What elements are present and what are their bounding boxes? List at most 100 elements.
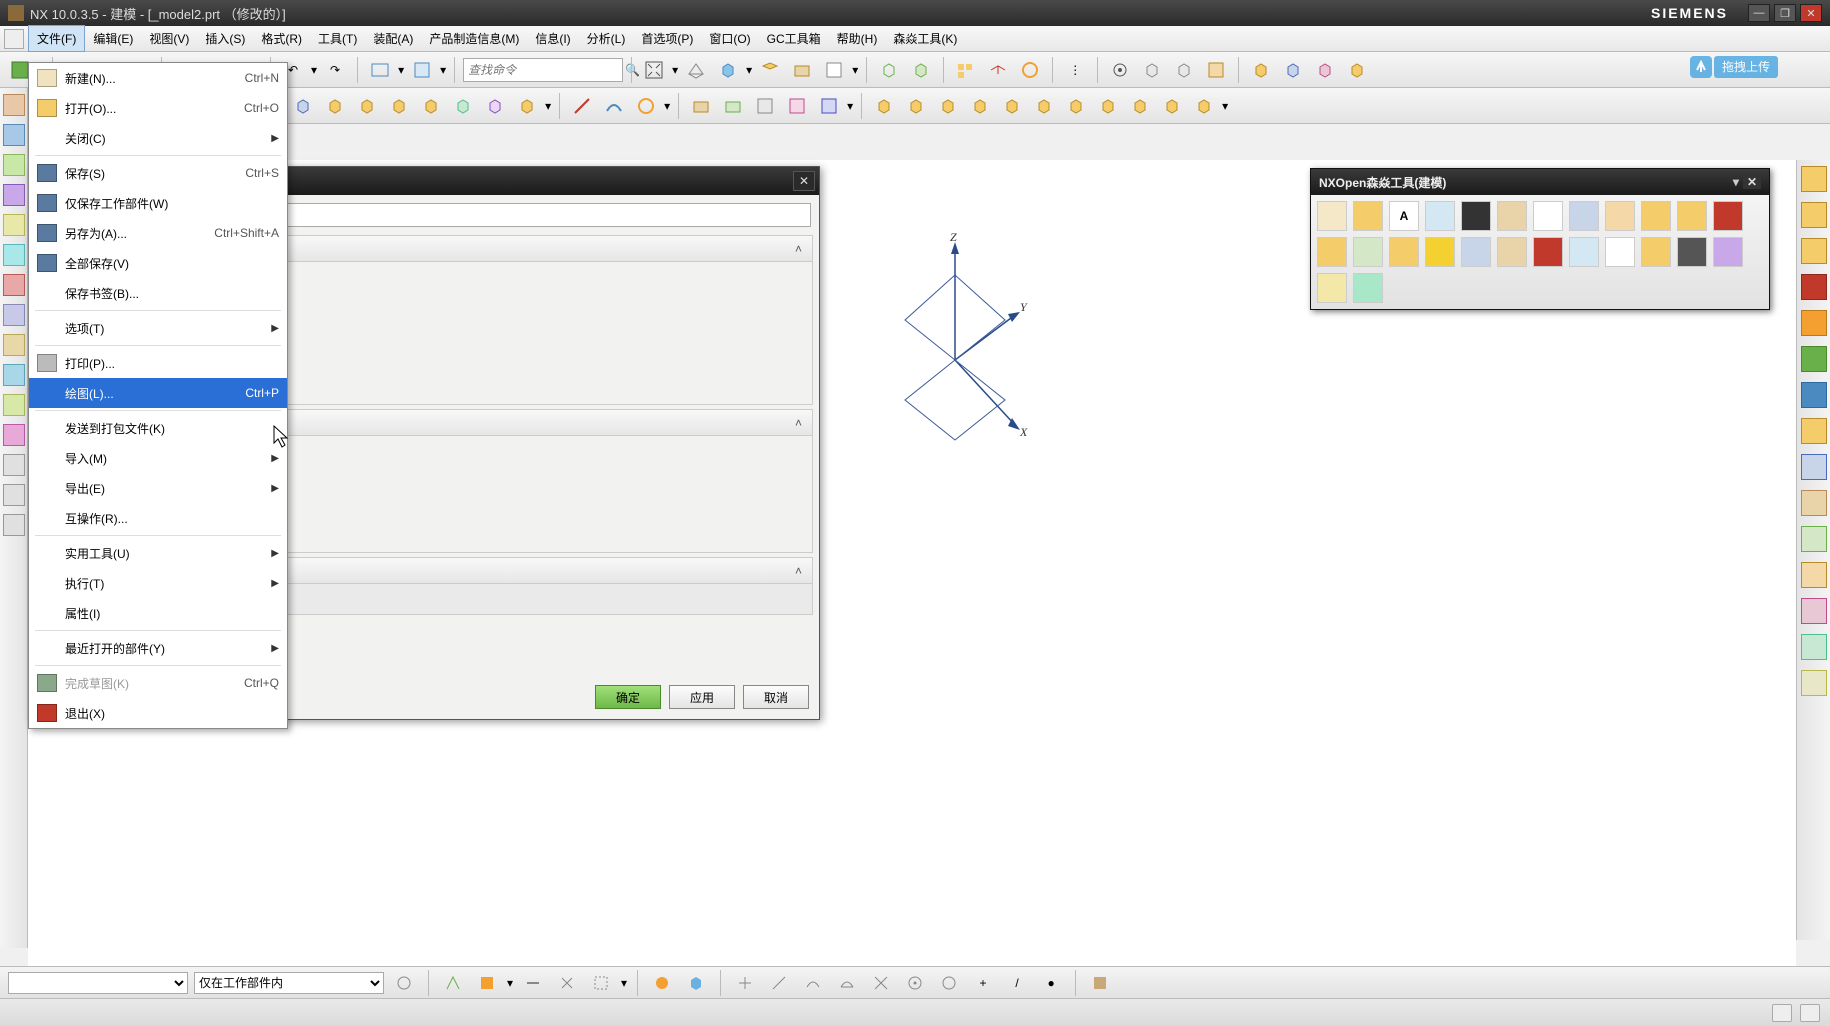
tool-b3[interactable]: [1311, 56, 1339, 84]
file-menu-item[interactable]: 保存(S)Ctrl+S: [29, 158, 287, 188]
fbtn[interactable]: [1389, 237, 1419, 267]
menu-format[interactable]: 格式(R): [253, 26, 310, 51]
bt8[interactable]: [682, 969, 710, 997]
fbtn[interactable]: A: [1389, 201, 1419, 231]
vbtn-15[interactable]: [3, 514, 25, 536]
tool-s3[interactable]: [1016, 56, 1044, 84]
vbtn-14[interactable]: [3, 484, 25, 506]
menu-prefs[interactable]: 首选项(P): [633, 26, 701, 51]
menu-file[interactable]: 文件(F): [28, 25, 85, 52]
file-menu-item[interactable]: 实用工具(U)▶: [29, 538, 287, 568]
fbtn[interactable]: [1533, 201, 1563, 231]
menu-view[interactable]: 视图(V): [141, 26, 197, 51]
file-menu-item[interactable]: 导出(E)▶: [29, 473, 287, 503]
file-menu-item[interactable]: 打印(P)...: [29, 348, 287, 378]
nxopen-floater[interactable]: NXOpen森焱工具(建模) ▾ ✕ A: [1310, 168, 1770, 310]
file-menu-item[interactable]: 属性(I): [29, 598, 287, 628]
rv10[interactable]: [1801, 490, 1827, 516]
vbtn-1[interactable]: [3, 94, 25, 116]
bt3[interactable]: [473, 969, 501, 997]
menu-insert[interactable]: 插入(S): [197, 26, 253, 51]
tool-layer1[interactable]: [788, 56, 816, 84]
fbtn[interactable]: [1713, 201, 1743, 231]
t2-circle[interactable]: [632, 92, 660, 120]
t2-e7[interactable]: [1062, 92, 1090, 120]
fbtn[interactable]: [1317, 201, 1347, 231]
fbtn[interactable]: [1677, 201, 1707, 231]
tool-redo[interactable]: ↷: [321, 56, 349, 84]
fbtn[interactable]: [1641, 201, 1671, 231]
file-menu-item[interactable]: 另存为(A)...Ctrl+Shift+A: [29, 218, 287, 248]
fbtn[interactable]: [1317, 273, 1347, 303]
snap-slash[interactable]: /: [1003, 969, 1031, 997]
t2-e4[interactable]: [966, 92, 994, 120]
t2-c3[interactable]: [353, 92, 381, 120]
rv2[interactable]: [1801, 202, 1827, 228]
fbtn[interactable]: [1461, 201, 1491, 231]
t2-line[interactable]: [568, 92, 596, 120]
fbtn[interactable]: [1317, 237, 1347, 267]
minimize-button[interactable]: —: [1748, 4, 1770, 22]
tool-b1[interactable]: [1247, 56, 1275, 84]
menu-edit[interactable]: 编辑(E): [85, 26, 141, 51]
menu-tools[interactable]: 工具(T): [310, 26, 365, 51]
rv11[interactable]: [1801, 526, 1827, 552]
t2-d2[interactable]: [719, 92, 747, 120]
fbtn[interactable]: [1461, 237, 1491, 267]
t2-c8[interactable]: [513, 92, 541, 120]
snap-intersect[interactable]: [867, 969, 895, 997]
fbtn[interactable]: [1641, 237, 1671, 267]
menu-help[interactable]: 帮助(H): [829, 26, 886, 51]
snap-dot[interactable]: ●: [1037, 969, 1065, 997]
tool-b4[interactable]: [1343, 56, 1371, 84]
bt2[interactable]: [439, 969, 467, 997]
rv13[interactable]: [1801, 598, 1827, 624]
t2-e9[interactable]: [1126, 92, 1154, 120]
file-menu-item[interactable]: 新建(N)...Ctrl+N: [29, 63, 287, 93]
rv4[interactable]: [1801, 274, 1827, 300]
t2-c4[interactable]: [385, 92, 413, 120]
search-input[interactable]: [468, 63, 625, 77]
vbtn-2[interactable]: [3, 124, 25, 146]
fbtn[interactable]: [1497, 201, 1527, 231]
t2-c6[interactable]: [449, 92, 477, 120]
fbtn[interactable]: [1353, 273, 1383, 303]
dialog-close-button[interactable]: ✕: [793, 171, 815, 191]
bt1[interactable]: [390, 969, 418, 997]
fbtn[interactable]: [1425, 237, 1455, 267]
restore-button[interactable]: ❐: [1774, 4, 1796, 22]
bottom-select-1[interactable]: [8, 972, 188, 994]
bt5[interactable]: [553, 969, 581, 997]
t2-e3[interactable]: [934, 92, 962, 120]
snap-arc[interactable]: [799, 969, 827, 997]
rv5[interactable]: [1801, 310, 1827, 336]
vbtn-3[interactable]: [3, 154, 25, 176]
t2-e2[interactable]: [902, 92, 930, 120]
tool-fit[interactable]: [640, 56, 668, 84]
t2-c5[interactable]: [417, 92, 445, 120]
fbtn[interactable]: [1605, 237, 1635, 267]
file-menu-item[interactable]: 绘图(L)...Ctrl+P: [29, 378, 287, 408]
snap-point[interactable]: [731, 969, 759, 997]
vbtn-9[interactable]: [3, 334, 25, 356]
rv6[interactable]: [1801, 346, 1827, 372]
menu-assembly[interactable]: 装配(A): [365, 26, 421, 51]
t2-e10[interactable]: [1158, 92, 1186, 120]
fbtn[interactable]: [1497, 237, 1527, 267]
tool-r4[interactable]: [1202, 56, 1230, 84]
menu-senyan[interactable]: 森焱工具(K): [885, 26, 965, 51]
t2-d5[interactable]: [815, 92, 843, 120]
tool-s2[interactable]: [984, 56, 1012, 84]
bt7[interactable]: [648, 969, 676, 997]
rv3[interactable]: [1801, 238, 1827, 264]
file-menu-item[interactable]: 打开(O)...Ctrl+O: [29, 93, 287, 123]
snap-line[interactable]: [765, 969, 793, 997]
apply-button[interactable]: 应用: [669, 685, 735, 709]
tool-a2[interactable]: [408, 56, 436, 84]
file-menu-item[interactable]: 导入(M)▶: [29, 443, 287, 473]
vbtn-7[interactable]: [3, 274, 25, 296]
tool-sheet[interactable]: [756, 56, 784, 84]
vbtn-8[interactable]: [3, 304, 25, 326]
tool-r2[interactable]: [1138, 56, 1166, 84]
status-icon-2[interactable]: [1800, 1004, 1820, 1022]
